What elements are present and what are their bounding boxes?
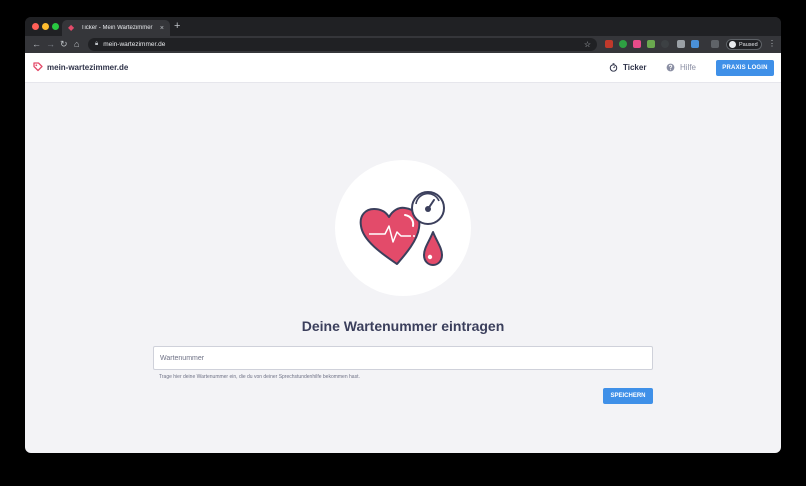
tag-icon: ◆ xyxy=(68,23,75,32)
profile-button[interactable]: Paused xyxy=(726,39,762,50)
help-icon xyxy=(666,63,675,72)
praxis-login-button[interactable]: PRAXIS LOGIN xyxy=(716,60,774,76)
extension-icon[interactable] xyxy=(661,40,669,48)
avatar xyxy=(729,41,736,48)
wartenummer-input[interactable] xyxy=(154,347,652,370)
hero-illustration xyxy=(335,160,471,296)
tab-close-icon[interactable]: × xyxy=(160,25,164,32)
input-hint: Trage hier deine Wartenummer ein, die du… xyxy=(159,374,360,380)
tag-icon xyxy=(33,62,43,72)
browser-toolbar: ← → ↻ ⌂ 🔒︎ mein-wartezimmer.de ☆ Paused … xyxy=(25,36,781,53)
browser-window: ◆ Ticker - Mein Wartezimmer × + ← → ↻ ⌂ … xyxy=(25,17,781,453)
profile-status: Paused xyxy=(739,41,758,48)
star-icon[interactable]: ☆ xyxy=(584,40,591,49)
address-bar[interactable]: 🔒︎ mein-wartezimmer.de ☆ xyxy=(88,38,597,51)
lock-icon: 🔒︎ xyxy=(95,41,99,47)
page-title: Deine Wartenummer eintragen xyxy=(301,318,505,334)
timer-icon xyxy=(609,63,618,72)
nav-hilfe-label: Hilfe xyxy=(680,63,697,72)
extension-icon[interactable] xyxy=(647,40,655,48)
more-menu-icon[interactable]: ⋮ xyxy=(768,39,776,48)
extension-icon[interactable] xyxy=(691,40,699,48)
extension-icon[interactable] xyxy=(605,40,613,48)
browser-tab[interactable]: ◆ Ticker - Mein Wartezimmer × xyxy=(62,20,170,36)
minimize-window-button[interactable] xyxy=(42,23,49,30)
zoom-window-button[interactable] xyxy=(52,23,59,30)
extension-icon[interactable] xyxy=(619,40,627,48)
extension-icon[interactable] xyxy=(633,40,641,48)
extension-icon[interactable] xyxy=(677,40,685,48)
tab-strip: ◆ Ticker - Mein Wartezimmer × + xyxy=(25,17,781,36)
heart-gauge-icon xyxy=(359,191,445,266)
media-controls-icon[interactable] xyxy=(711,40,719,48)
tab-title: Ticker - Mein Wartezimmer xyxy=(81,25,153,31)
nav-hilfe[interactable]: Hilfe xyxy=(666,63,696,72)
back-icon[interactable]: ← xyxy=(32,39,41,49)
brand-link[interactable]: mein-wartezimmer.de xyxy=(33,62,128,72)
reload-icon[interactable]: ↻ xyxy=(60,39,68,49)
url-text: mein-wartezimmer.de xyxy=(103,41,166,48)
nav-ticker[interactable]: Ticker xyxy=(609,63,646,72)
nav-ticker-label: Ticker xyxy=(623,63,647,72)
wartenummer-field[interactable] xyxy=(153,346,653,370)
close-window-button[interactable] xyxy=(32,23,39,30)
brand-name: mein-wartezimmer.de xyxy=(47,62,129,72)
save-button[interactable]: SPEICHERN xyxy=(603,388,653,404)
site-navbar: mein-wartezimmer.de Ticker Hilfe PRAXIS … xyxy=(25,53,781,83)
forward-icon[interactable]: → xyxy=(46,39,55,49)
new-tab-button[interactable]: + xyxy=(174,21,180,32)
home-icon[interactable]: ⌂ xyxy=(74,39,79,49)
page-content: mein-wartezimmer.de Ticker Hilfe PRAXIS … xyxy=(25,53,781,453)
